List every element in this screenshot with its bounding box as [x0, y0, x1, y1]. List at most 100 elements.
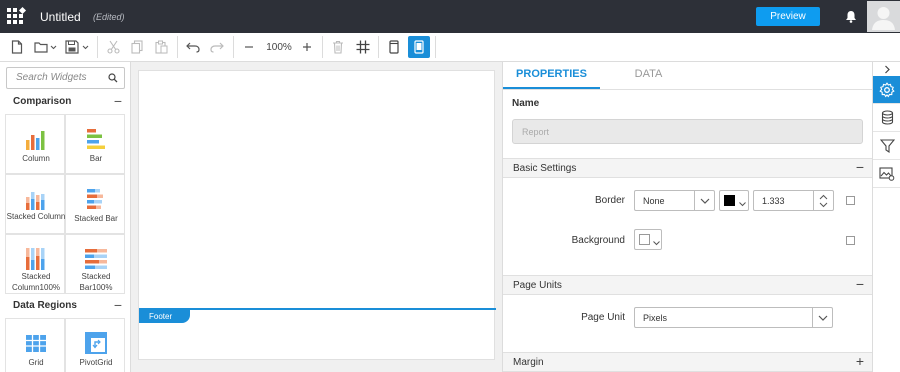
open-folder-icon[interactable]	[32, 33, 60, 61]
tab-data[interactable]: DATA	[600, 62, 697, 89]
widget-label: Stacked Column	[6, 212, 66, 221]
tabs-divider	[503, 89, 873, 90]
copy-icon[interactable]	[127, 33, 147, 61]
image-settings-icon[interactable]	[873, 160, 900, 188]
widget-label: Stacked Bar100%	[79, 272, 113, 292]
border-label: Border	[594, 195, 625, 206]
name-placeholder: Report	[522, 127, 550, 137]
collapse-icon[interactable]: −	[856, 276, 864, 292]
border-width-stepper[interactable]: 1.333	[753, 190, 834, 211]
widget-pivotgrid[interactable]: PivotGrid	[65, 318, 125, 372]
tab-properties[interactable]: PROPERTIES	[503, 62, 600, 89]
widget-panel: Search Widgets Comparison − Column Bar S…	[0, 62, 131, 372]
toolbar-divider	[233, 36, 234, 58]
widget-stacked-bar[interactable]: Stacked Bar	[65, 174, 125, 234]
section-page-units[interactable]: Page Units −	[503, 275, 873, 295]
report-title: Untitled	[40, 10, 81, 24]
bar-chart-icon	[87, 129, 105, 149]
expand-icon[interactable]: +	[856, 353, 864, 369]
bell-icon[interactable]	[845, 10, 857, 26]
app-menu-icon[interactable]	[7, 6, 27, 26]
border-style-dropdown[interactable]: None	[634, 190, 715, 211]
toolbar-divider	[435, 36, 436, 58]
properties-panel: PROPERTIES DATA Name Report Basic Settin…	[502, 62, 873, 372]
mobile-view-icon[interactable]	[408, 36, 430, 58]
background-checkbox[interactable]	[846, 236, 855, 245]
search-widgets-field[interactable]: Search Widgets	[6, 67, 125, 89]
widget-label: Stacked Column100%	[11, 272, 61, 292]
section-comparison[interactable]: Comparison −	[0, 92, 131, 112]
section-title: Page Units	[513, 280, 562, 291]
collapse-icon[interactable]: −	[114, 93, 122, 109]
stacked-bar-100-chart-icon	[85, 249, 107, 269]
page-unit-dropdown[interactable]: Pixels	[634, 307, 833, 328]
collapse-icon[interactable]: −	[856, 159, 864, 175]
footer-divider	[139, 308, 496, 310]
chevron-down-icon	[653, 237, 660, 249]
zoom-in-icon[interactable]	[298, 33, 316, 61]
report-page[interactable]: Footer	[138, 70, 496, 360]
new-file-icon[interactable]	[6, 33, 28, 61]
desktop-view-icon[interactable]	[384, 33, 404, 61]
search-icon[interactable]	[108, 73, 118, 86]
widget-stacked-column-100[interactable]: Stacked Column100%	[5, 234, 65, 294]
section-data-regions[interactable]: Data Regions −	[0, 296, 131, 316]
avatar[interactable]	[867, 1, 900, 32]
design-canvas: Footer	[131, 62, 502, 372]
widget-label: Stacked Bar	[74, 214, 118, 223]
widget-column[interactable]: Column	[5, 114, 65, 174]
toolbar-divider	[97, 36, 98, 58]
widget-stacked-bar-100[interactable]: Stacked Bar100%	[65, 234, 125, 294]
zoom-level-wrap: 100%	[262, 33, 296, 61]
delete-icon[interactable]	[328, 33, 348, 61]
border-checkbox[interactable]	[846, 196, 855, 205]
background-label: Background	[571, 235, 625, 246]
widget-bar[interactable]: Bar	[65, 114, 125, 174]
background-color-picker[interactable]	[634, 229, 662, 250]
page-unit-label: Page Unit	[581, 312, 625, 323]
name-input[interactable]: Report	[512, 119, 863, 144]
grid-icon	[26, 335, 46, 352]
edited-status: (Edited)	[93, 12, 125, 22]
section-title: Basic Settings	[513, 163, 577, 174]
redo-icon[interactable]	[207, 33, 227, 61]
undo-icon[interactable]	[183, 33, 203, 61]
border-width-value: 1.333	[762, 196, 785, 206]
filter-icon[interactable]	[873, 132, 900, 160]
section-title: Margin	[513, 357, 544, 368]
paste-icon[interactable]	[151, 33, 171, 61]
cut-icon[interactable]	[103, 33, 123, 61]
footer-tab[interactable]: Footer	[139, 310, 190, 323]
section-margin[interactable]: Margin +	[503, 352, 873, 372]
border-color-picker[interactable]	[719, 190, 749, 211]
widget-stacked-column[interactable]: Stacked Column	[5, 174, 65, 234]
stepper-arrows-icon[interactable]	[813, 191, 833, 210]
border-color-swatch	[724, 195, 735, 206]
widget-label: Column	[22, 154, 50, 163]
toolbar-divider	[322, 36, 323, 58]
settings-gear-icon[interactable]	[873, 76, 900, 104]
preview-button[interactable]: Preview	[756, 7, 820, 26]
database-icon[interactable]	[873, 104, 900, 132]
widget-label: PivotGrid	[79, 358, 113, 367]
chevron-down-icon	[739, 198, 746, 210]
search-input[interactable]: Search Widgets	[16, 72, 87, 83]
name-label: Name	[512, 98, 540, 109]
gridlines-icon[interactable]	[353, 33, 373, 61]
toolbar-divider	[378, 36, 379, 58]
section-title: Comparison	[13, 96, 72, 107]
stacked-column-chart-icon	[26, 192, 45, 210]
chevron-down-icon	[812, 308, 832, 327]
widget-label: Bar	[89, 154, 103, 163]
zoom-level: 100%	[266, 41, 292, 53]
collapse-icon[interactable]: −	[114, 297, 122, 313]
save-icon[interactable]	[64, 33, 92, 61]
title-bar: Untitled (Edited) Preview	[0, 0, 900, 33]
section-title: Data Regions	[13, 300, 77, 311]
stacked-column-100-chart-icon	[26, 248, 45, 270]
widget-grid[interactable]: Grid	[5, 318, 65, 372]
section-basic-settings[interactable]: Basic Settings −	[503, 158, 873, 178]
zoom-out-icon[interactable]	[240, 33, 258, 61]
chevron-right-icon[interactable]	[873, 62, 900, 76]
page-unit-value: Pixels	[643, 313, 668, 323]
